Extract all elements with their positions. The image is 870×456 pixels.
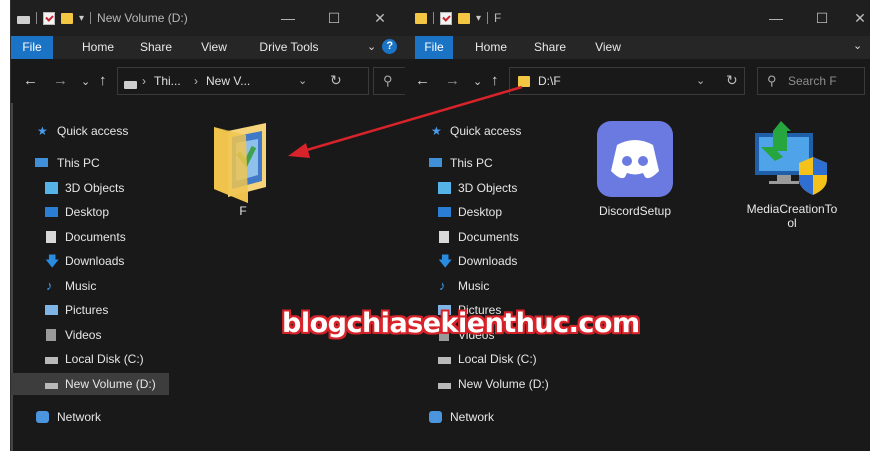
watermark-text: blogchiasekienthuc.com — [282, 308, 640, 339]
annotation-arrow — [288, 85, 523, 158]
